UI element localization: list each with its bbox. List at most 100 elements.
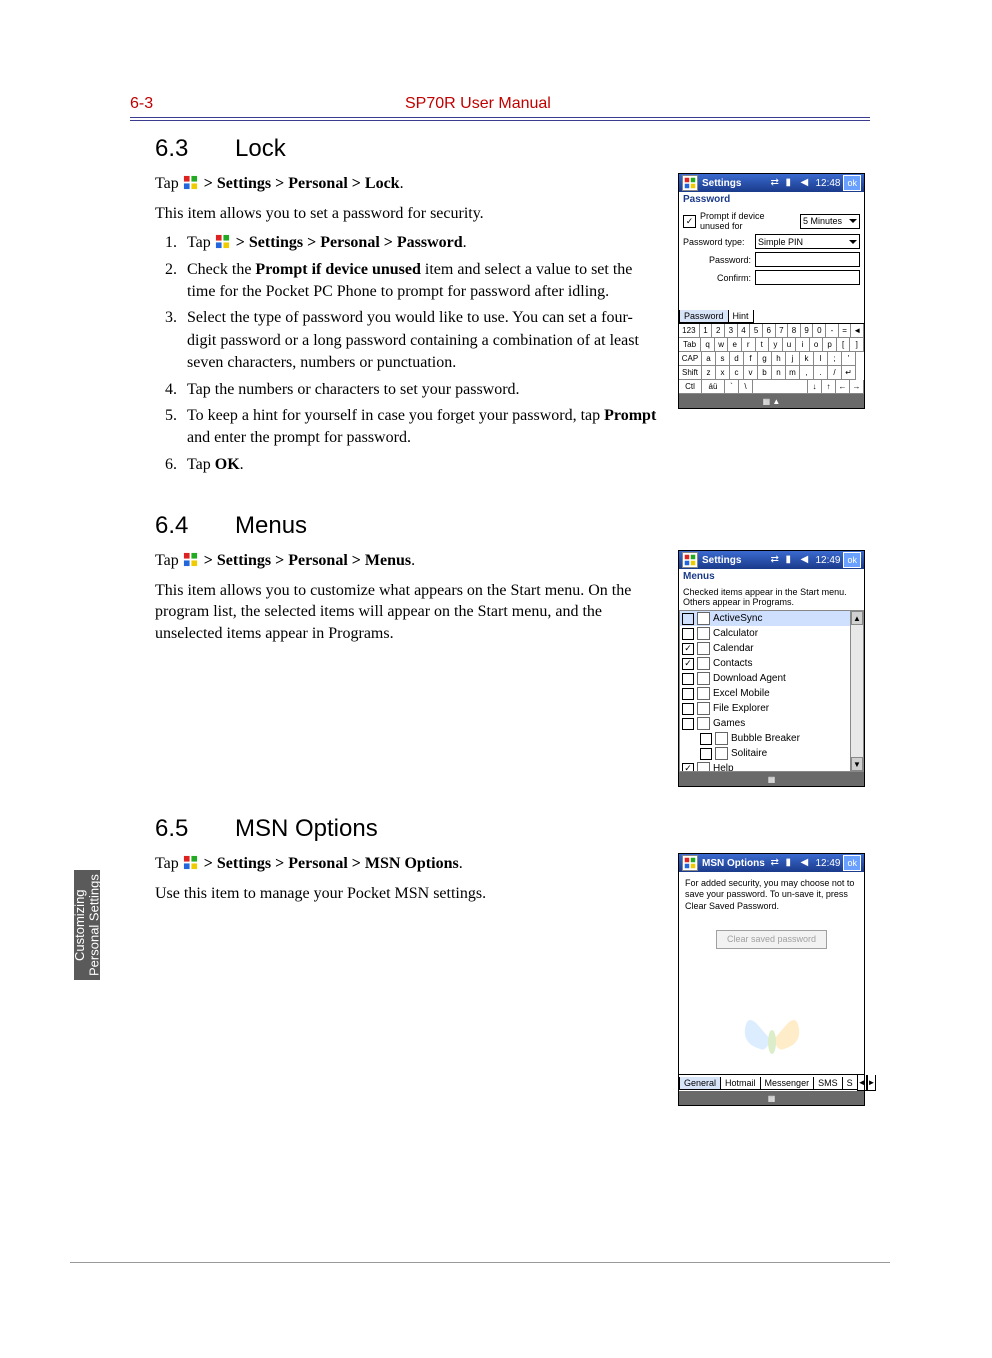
key[interactable]: m (786, 366, 800, 380)
tab-hint[interactable]: Hint (728, 310, 754, 323)
key[interactable]: l (814, 352, 828, 366)
key[interactable]: k (800, 352, 814, 366)
item-checkbox[interactable] (682, 673, 694, 685)
key[interactable]: Ctl (679, 380, 702, 394)
key[interactable]: r (742, 338, 756, 352)
item-checkbox[interactable] (682, 613, 694, 625)
item-checkbox[interactable] (700, 733, 712, 745)
list-item[interactable]: ✓Help (680, 761, 863, 772)
key[interactable]: = (839, 324, 852, 338)
key[interactable]: i (796, 338, 810, 352)
key[interactable]: z (702, 366, 716, 380)
tab-scroll-left[interactable]: ◄ (857, 1075, 867, 1091)
list-item[interactable]: Download Agent (680, 671, 863, 686)
key[interactable]: , (800, 366, 814, 380)
list-item[interactable]: Calculator (680, 626, 863, 641)
key[interactable]: ` (725, 380, 739, 394)
soft-keyboard[interactable]: 1231234567890-=◄Tabqwertyuiop[]CAPasdfgh… (679, 323, 864, 394)
item-checkbox[interactable]: ✓ (682, 763, 694, 773)
item-checkbox[interactable] (682, 628, 694, 640)
key[interactable]: h (772, 352, 786, 366)
key[interactable]: w (715, 338, 729, 352)
key[interactable]: 5 (750, 324, 763, 338)
item-checkbox[interactable]: ✓ (682, 643, 694, 655)
key[interactable]: ] (850, 338, 864, 352)
start-icon[interactable] (682, 855, 698, 871)
key[interactable]: e (728, 338, 742, 352)
key[interactable]: a (702, 352, 716, 366)
sip-bar[interactable]: ▦ (679, 1091, 864, 1105)
start-icon[interactable] (682, 552, 698, 568)
key[interactable]: p (823, 338, 837, 352)
program-list[interactable]: ActiveSyncCalculator✓Calendar✓ContactsDo… (679, 610, 864, 772)
idle-time-select[interactable]: 5 Minutes (800, 214, 860, 229)
key[interactable]: n (772, 366, 786, 380)
key[interactable]: t (756, 338, 770, 352)
tab-s[interactable]: S (842, 1077, 858, 1090)
sip-bar[interactable]: ▦ (679, 772, 864, 786)
key[interactable]: 0 (813, 324, 826, 338)
key[interactable]: 4 (738, 324, 751, 338)
key[interactable]: / (828, 366, 842, 380)
sip-bar[interactable]: ▦ ▲ (679, 394, 864, 408)
key[interactable]: [ (837, 338, 851, 352)
key[interactable]: j (786, 352, 800, 366)
key[interactable]: \ (739, 380, 753, 394)
ok-button[interactable]: ok (843, 175, 861, 191)
scrollbar[interactable]: ▲▼ (850, 611, 863, 771)
prompt-checkbox[interactable]: ✓ (683, 215, 696, 228)
key[interactable]: d (730, 352, 744, 366)
list-item[interactable]: ActiveSync (680, 611, 863, 626)
list-item[interactable]: Games (680, 716, 863, 731)
list-item[interactable]: File Explorer (680, 701, 863, 716)
tab-scroll-right[interactable]: ► (867, 1075, 877, 1091)
item-checkbox[interactable]: ✓ (682, 658, 694, 670)
item-checkbox[interactable] (682, 688, 694, 700)
clear-password-button[interactable]: Clear saved password (716, 930, 827, 949)
list-item[interactable]: Excel Mobile (680, 686, 863, 701)
key[interactable]: áü (702, 380, 725, 394)
key[interactable] (753, 380, 808, 394)
start-icon[interactable] (682, 175, 698, 191)
key[interactable]: 9 (801, 324, 814, 338)
tab-sms[interactable]: SMS (813, 1077, 843, 1090)
key[interactable]: s (716, 352, 730, 366)
key[interactable]: 2 (712, 324, 725, 338)
tab-messenger[interactable]: Messenger (760, 1077, 815, 1090)
key[interactable]: x (716, 366, 730, 380)
key[interactable]: f (744, 352, 758, 366)
key[interactable]: y (769, 338, 783, 352)
key[interactable]: 6 (763, 324, 776, 338)
item-checkbox[interactable] (682, 718, 694, 730)
key[interactable]: c (730, 366, 744, 380)
confirm-input[interactable] (755, 270, 860, 285)
key[interactable]: ↓ (808, 380, 822, 394)
item-checkbox[interactable] (682, 703, 694, 715)
key[interactable]: ↑ (822, 380, 836, 394)
list-item[interactable]: Solitaire (680, 746, 863, 761)
key[interactable]: o (810, 338, 824, 352)
key[interactable]: Tab (679, 338, 701, 352)
password-type-select[interactable]: Simple PIN (755, 234, 860, 249)
tab-hotmail[interactable]: Hotmail (720, 1077, 761, 1090)
ok-button[interactable]: ok (843, 552, 861, 568)
key[interactable]: ◄ (851, 324, 864, 338)
key[interactable]: b (758, 366, 772, 380)
key[interactable]: 8 (788, 324, 801, 338)
tab-password[interactable]: Password (679, 310, 729, 323)
ok-button[interactable]: ok (843, 855, 861, 871)
key[interactable]: 123 (679, 324, 700, 338)
key[interactable]: 7 (776, 324, 789, 338)
key[interactable]: Shift (679, 366, 702, 380)
key[interactable]: → (850, 380, 864, 394)
key[interactable]: q (701, 338, 715, 352)
key[interactable]: CAP (679, 352, 702, 366)
key[interactable]: u (783, 338, 797, 352)
key[interactable]: ; (828, 352, 842, 366)
key[interactable]: g (758, 352, 772, 366)
key[interactable]: - (826, 324, 839, 338)
key[interactable]: . (814, 366, 828, 380)
item-checkbox[interactable] (700, 748, 712, 760)
key[interactable]: ↵ (842, 366, 856, 380)
key[interactable]: ' (842, 352, 856, 366)
